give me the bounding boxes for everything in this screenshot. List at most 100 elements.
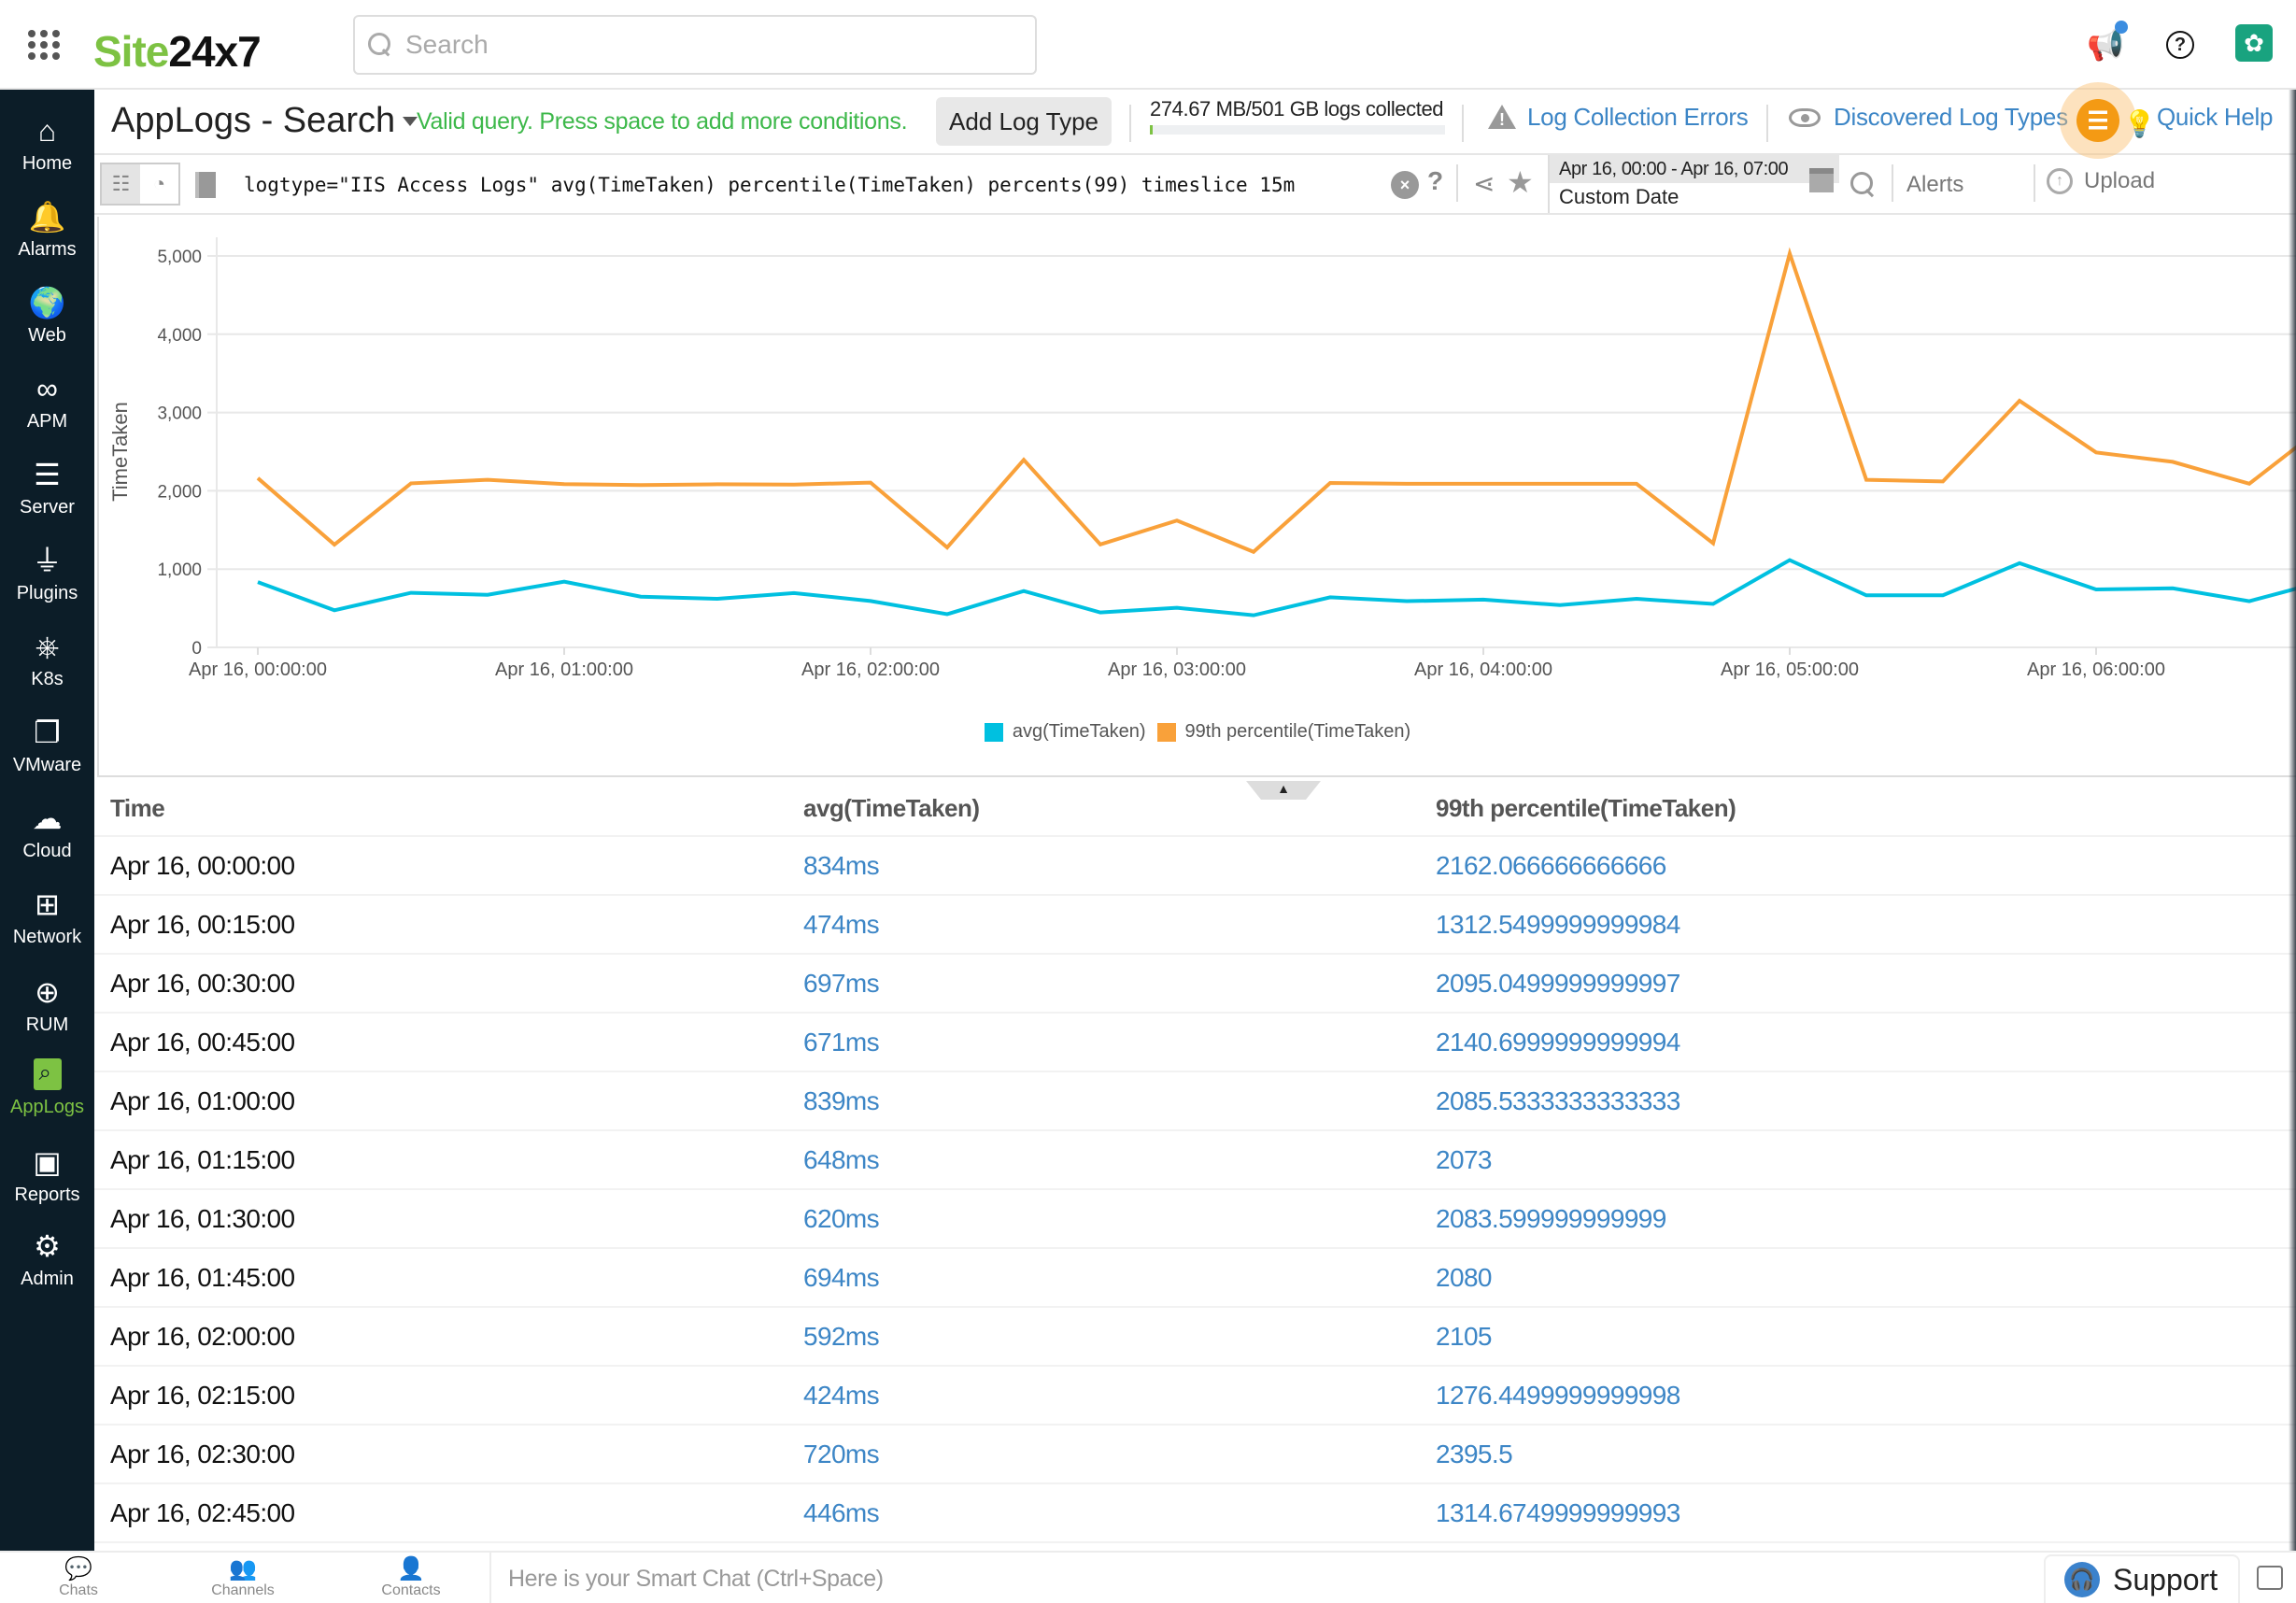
sidebar-item-rum[interactable]: ⊕ RUM — [0, 973, 94, 1056]
clear-query-icon[interactable]: × — [1391, 171, 1419, 199]
sidebar-item-network[interactable]: ⊞ Network — [0, 886, 94, 968]
notes-icon[interactable] — [2257, 1566, 2283, 1590]
sidebar-item-apm[interactable]: ∞ APM — [0, 370, 94, 452]
calendar-icon[interactable] — [1809, 168, 1834, 192]
logs-usage-progress — [1150, 125, 1445, 135]
sidebar-item-alarms[interactable]: 🔔 Alarms — [0, 198, 94, 280]
add-log-type-button[interactable]: Add Log Type — [936, 97, 1112, 146]
sidebar-item-label: Plugins — [16, 583, 78, 603]
avg-cell[interactable]: 839ms — [803, 1086, 1436, 1116]
percentile-cell[interactable]: 2095.0499999999997 — [1436, 969, 1680, 999]
chatgpt-icon[interactable]: ✿ — [2235, 24, 2273, 62]
sidebar-item-server[interactable]: ☰ Server — [0, 456, 94, 538]
share-icon[interactable]: ⋖ — [1473, 168, 1495, 199]
avg-cell[interactable]: 694ms — [803, 1263, 1436, 1293]
quick-help-link[interactable]: Quick Help — [2157, 103, 2273, 132]
gear-icon: ⚙ — [34, 1229, 61, 1263]
chats-label: Chats — [59, 1582, 98, 1598]
column-header-time[interactable]: Time — [94, 794, 803, 823]
date-range-picker[interactable]: Apr 16, 00:00 - Apr 16, 07:00 Custom Dat… — [1548, 155, 1839, 213]
apps-grid-icon[interactable] — [28, 30, 60, 60]
sidebar-item-reports[interactable]: ▣ Reports — [0, 1143, 94, 1226]
percentile-cell[interactable]: 2085.5333333333333 — [1436, 1086, 1680, 1116]
percentile-cell[interactable]: 2395.5 — [1436, 1440, 1513, 1469]
time-cell: Apr 16, 01:00:00 — [110, 1085, 295, 1115]
percentile-cell[interactable]: 1276.4499999999998 — [1436, 1381, 1680, 1411]
sidebar-item-home[interactable]: ⌂ Home — [0, 112, 94, 194]
time-cell: Apr 16, 01:15:00 — [110, 1144, 295, 1174]
y-tick-label: 1,000 — [157, 560, 202, 580]
legend-label: 99th percentile(TimeTaken) — [1184, 721, 1411, 742]
percentile-cell[interactable]: 2080 — [1436, 1263, 1492, 1293]
global-search[interactable] — [353, 15, 1037, 75]
chats-button[interactable]: 💬 Chats — [22, 1556, 135, 1599]
percentile-cell[interactable]: 1314.6749999999993 — [1436, 1498, 1680, 1528]
percentile-cell[interactable]: 2083.599999999999 — [1436, 1204, 1666, 1234]
sidebar-item-applogs[interactable]: AppLogs — [0, 1056, 94, 1138]
help-icon[interactable]: ? — [2160, 24, 2201, 65]
log-collection-errors-link[interactable]: Log Collection Errors — [1488, 103, 1749, 132]
sidebar-item-web[interactable]: 🌍 Web — [0, 284, 94, 366]
avg-cell[interactable]: 620ms — [803, 1204, 1436, 1234]
star-icon[interactable]: ★ — [1507, 164, 1534, 200]
avg-cell[interactable]: 671ms — [803, 1028, 1436, 1057]
x-tick-label: Apr 16, 01:00:00 — [495, 660, 633, 680]
cloud-icon: ☁ — [32, 802, 63, 835]
sidebar-item-label: Home — [21, 153, 73, 174]
legend-item[interactable]: 99th percentile(TimeTaken) — [1156, 721, 1411, 743]
percentile-cell[interactable]: 2073 — [1436, 1145, 1492, 1175]
avg-cell[interactable]: 592ms — [803, 1322, 1436, 1352]
percentile-cell[interactable]: 2162.066666666666 — [1436, 851, 1666, 881]
binoculars-icon: ∞ — [36, 372, 58, 405]
x-tick-label: Apr 16, 03:00:00 — [1108, 660, 1246, 680]
avg-cell[interactable]: 834ms — [803, 851, 1436, 881]
upload-button[interactable]: ↑ Upload — [2047, 168, 2155, 194]
percentile-cell[interactable]: 1312.5499999999984 — [1436, 910, 1680, 940]
legend-item[interactable]: avg(TimeTaken) — [984, 721, 1146, 743]
support-button[interactable]: 🎧 Support — [2044, 1554, 2240, 1603]
avg-cell[interactable]: 424ms — [803, 1381, 1436, 1411]
y-tick-label: 3,000 — [157, 404, 202, 424]
percentile-cell[interactable]: 2140.6999999999994 — [1436, 1028, 1680, 1057]
percentile-cell[interactable]: 2105 — [1436, 1322, 1492, 1352]
avg-cell[interactable]: 697ms — [803, 969, 1436, 999]
sidebar-item-admin[interactable]: ⚙ Admin — [0, 1227, 94, 1310]
sidebar-item-plugins[interactable]: ⏚ Plugins — [0, 542, 94, 624]
time-cell: Apr 16, 00:30:00 — [110, 968, 295, 998]
pie-chart-icon[interactable]: ◔ — [140, 164, 178, 204]
sidebar-item-label: APM — [26, 411, 68, 432]
smart-chat-input[interactable]: Here is your Smart Chat (Ctrl+Space) — [489, 1553, 2040, 1603]
sidebar-item-label: Admin — [21, 1269, 74, 1289]
site24x7-logo[interactable]: Site24x7 — [93, 26, 262, 77]
discovered-log-types-label: Discovered Log Types — [1834, 103, 2068, 131]
global-search-input[interactable] — [405, 30, 966, 60]
avg-cell[interactable]: 648ms — [803, 1145, 1436, 1175]
table-row: Apr 16, 01:45:00 694ms 2080 — [94, 1249, 2296, 1308]
query-row: ☷ ◔ × ? ⋖ ★ Apr 16, 00:00 - Apr 16, 07:0… — [94, 155, 2296, 215]
x-tick-label: Apr 16, 04:00:00 — [1414, 660, 1552, 680]
list-view-icon[interactable]: ☷ — [102, 164, 140, 204]
warning-icon — [1488, 104, 1516, 131]
query-input[interactable] — [244, 166, 1458, 204]
contacts-button[interactable]: 👤 Contacts — [355, 1556, 467, 1599]
table-row: Apr 16, 00:30:00 697ms 2095.0499999999997 — [94, 955, 2296, 1014]
logo-text-24x7: 24x7 — [168, 27, 261, 76]
table-header: Time avg(TimeTaken) 99th percentile(Time… — [94, 781, 2296, 837]
column-header-avg[interactable]: avg(TimeTaken) — [803, 794, 1436, 823]
avg-cell[interactable]: 446ms — [803, 1498, 1436, 1528]
avg-cell[interactable]: 474ms — [803, 910, 1436, 940]
discovered-log-types-link[interactable]: Discovered Log Types — [1789, 103, 2068, 132]
column-header-percentile[interactable]: 99th percentile(TimeTaken) — [1436, 794, 1736, 823]
sidebar-item-vmware[interactable]: ❐ VMware — [0, 714, 94, 796]
sidebar-item-k8s[interactable]: ⎈ K8s — [0, 628, 94, 710]
megaphone-icon[interactable]: 📢 — [2085, 21, 2128, 65]
run-search-icon[interactable] — [1850, 172, 1875, 196]
applogs-icon — [29, 1056, 66, 1093]
query-help-icon[interactable]: ? — [1427, 166, 1443, 196]
channels-button[interactable]: 👥 Channels — [187, 1556, 299, 1599]
alerts-button[interactable]: Alerts — [1906, 172, 1963, 198]
page-title-dropdown[interactable]: AppLogs - Search — [111, 101, 418, 141]
avg-cell[interactable]: 720ms — [803, 1440, 1436, 1469]
sidebar-item-cloud[interactable]: ☁ Cloud — [0, 800, 94, 882]
saved-queries-icon[interactable] — [195, 172, 216, 198]
